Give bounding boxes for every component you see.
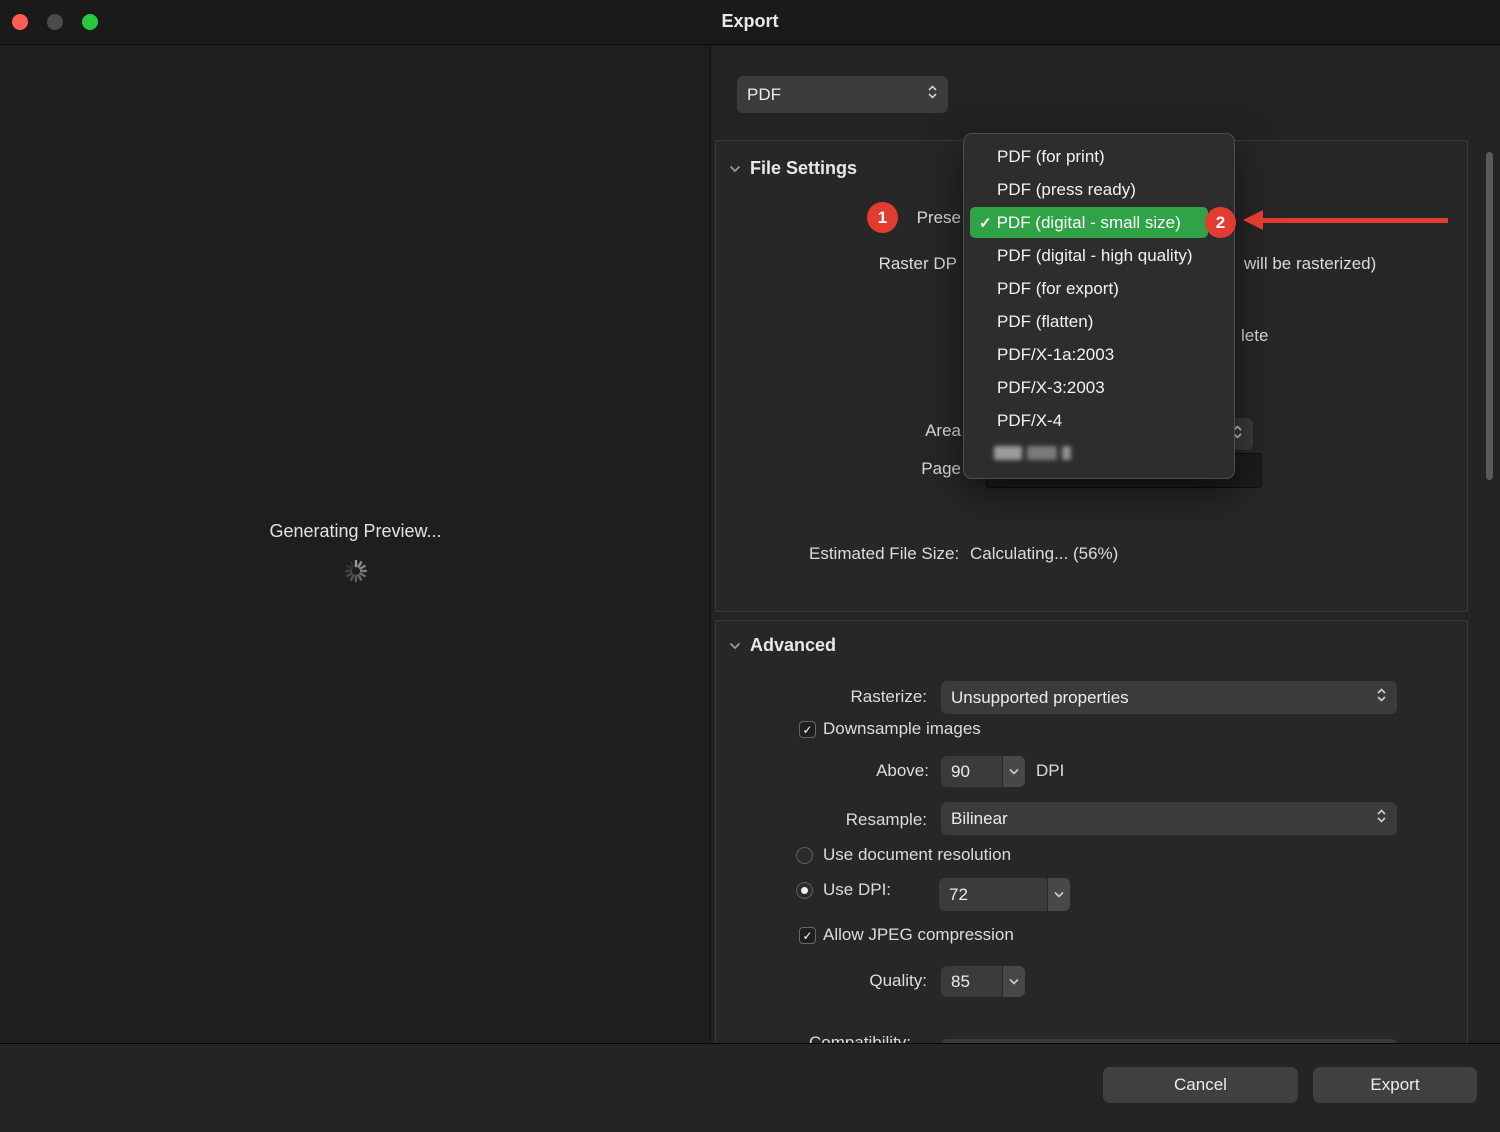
loading-spinner-icon <box>343 558 369 584</box>
advanced-title: Advanced <box>750 635 836 656</box>
resample-label: Resample: <box>846 810 927 830</box>
file-settings-title: File Settings <box>750 158 857 179</box>
redacted-menu-item[interactable] <box>994 446 1071 460</box>
use-document-resolution-radio[interactable] <box>796 847 813 864</box>
format-dropdown[interactable]: PDF <box>737 76 948 113</box>
step-1-badge: 1 <box>867 202 898 233</box>
selected-highlight: ✓ PDF (digital - small size) <box>970 207 1208 238</box>
menu-item[interactable]: PDF/X-4 <box>964 404 1234 437</box>
generating-preview-text: Generating Preview... <box>269 521 441 542</box>
dialog-content: Generating Preview... <box>0 45 1500 1043</box>
dpi-unit-label: DPI <box>1036 761 1064 781</box>
menu-item[interactable]: PDF (for print) <box>964 140 1234 173</box>
raster-note: will be rasterized) <box>1244 254 1376 274</box>
check-icon: ✓ <box>979 214 992 232</box>
menu-item[interactable]: PDF (press ready) <box>964 173 1234 206</box>
check-icon: ✓ <box>802 929 812 943</box>
menu-item[interactable]: PDF/X-1a:2003 <box>964 338 1234 371</box>
menu-item[interactable]: PDF/X-3:2003 <box>964 371 1234 404</box>
use-dpi-value: 72 <box>939 878 1047 911</box>
downsample-label: Downsample images <box>823 719 981 739</box>
advanced-panel: Advanced Rasterize: Unsupported properti… <box>715 620 1468 1043</box>
menu-item[interactable]: PDF (flatten) <box>964 305 1234 338</box>
jpeg-compression-label: Allow JPEG compression <box>823 925 1014 945</box>
raster-dpi-label: Raster DP <box>879 254 957 274</box>
use-dpi-label: Use DPI: <box>823 880 891 900</box>
disclosure-chevron-icon[interactable] <box>729 165 741 173</box>
use-dpi-combo[interactable]: 72 <box>939 878 1070 911</box>
stepper-icon <box>927 83 938 106</box>
pages-label: Page <box>921 459 961 479</box>
format-dropdown-value: PDF <box>747 85 781 105</box>
use-dpi-radio[interactable] <box>796 882 813 899</box>
estimated-size-row: Estimated File Size: Calculating... (56%… <box>809 544 1118 564</box>
rasterize-select[interactable]: Unsupported properties <box>941 681 1397 714</box>
annotation-arrow-icon <box>1243 210 1448 230</box>
above-dpi-combo[interactable]: 90 <box>941 756 1025 787</box>
menu-item[interactable]: PDF (digital - high quality) <box>964 239 1234 272</box>
delete-button-partial[interactable]: lete <box>1241 326 1268 346</box>
dialog-footer: Cancel Export <box>0 1043 1500 1132</box>
rasterize-label: Rasterize: <box>850 687 927 707</box>
chevron-down-icon[interactable] <box>1002 966 1025 997</box>
scrollbar-thumb[interactable] <box>1486 152 1493 480</box>
window-title: Export <box>0 11 1500 32</box>
quality-label: Quality: <box>869 971 927 991</box>
titlebar: Export <box>0 0 1500 45</box>
estimated-size-value: Calculating... (56%) <box>970 544 1118 563</box>
cancel-button[interactable]: Cancel <box>1103 1067 1298 1103</box>
quality-value: 85 <box>941 966 1002 997</box>
chevron-down-icon[interactable] <box>1002 756 1025 787</box>
export-button[interactable]: Export <box>1313 1067 1477 1103</box>
above-dpi-value: 90 <box>941 756 1002 787</box>
compatibility-label: Compatibility: <box>809 1033 911 1043</box>
rasterize-value: Unsupported properties <box>951 688 1129 708</box>
preset-menu: PDF (for print) PDF (press ready) ✓ PDF … <box>963 133 1235 479</box>
chevron-down-icon[interactable] <box>1047 878 1070 911</box>
estimated-size-label: Estimated File Size: <box>809 544 959 563</box>
downsample-checkbox[interactable]: ✓ <box>799 721 816 738</box>
above-label: Above: <box>876 761 929 781</box>
disclosure-chevron-icon[interactable] <box>729 642 741 650</box>
area-label: Area <box>925 421 961 441</box>
preset-label: Prese <box>917 208 961 228</box>
export-dialog: Export Generating Preview... <box>0 0 1500 1132</box>
jpeg-compression-checkbox[interactable]: ✓ <box>799 927 816 944</box>
resample-select[interactable]: Bilinear <box>941 802 1397 835</box>
step-2-badge: 2 <box>1205 207 1236 238</box>
stepper-icon <box>1376 686 1387 709</box>
menu-item[interactable]: PDF (for export) <box>964 272 1234 305</box>
resample-value: Bilinear <box>951 809 1008 829</box>
check-icon: ✓ <box>802 723 812 737</box>
quality-combo[interactable]: 85 <box>941 966 1025 997</box>
menu-item-selected[interactable]: ✓ PDF (digital - small size) <box>964 206 1234 239</box>
stepper-icon <box>1376 807 1387 830</box>
use-document-resolution-label: Use document resolution <box>823 845 1011 865</box>
preview-pane: Generating Preview... <box>0 45 711 1043</box>
